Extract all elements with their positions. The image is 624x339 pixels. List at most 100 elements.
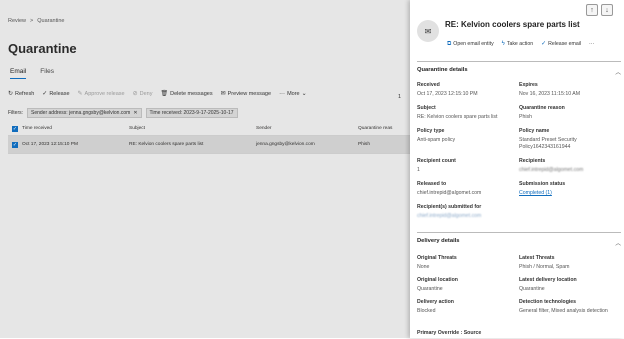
col-time-received[interactable]: Time received xyxy=(22,126,129,131)
filters-label: Filters: xyxy=(8,110,23,116)
checkmark-icon: ✓ xyxy=(42,91,48,97)
submission-status-label: Submission status xyxy=(519,181,566,187)
submission-status-link[interactable]: Completed (1) xyxy=(519,190,619,197)
more-label: More xyxy=(287,91,300,97)
delivery-details-title: Delivery details xyxy=(417,238,460,244)
subject-label: Subject xyxy=(417,105,436,111)
filter-time-text: Time received: 2023-9-17-2025-10-17 xyxy=(149,110,234,116)
refresh-button[interactable]: ↻ Refresh xyxy=(8,91,34,97)
open-email-entity-button[interactable]: ⧉ Open email entity xyxy=(447,41,494,47)
nav-buttons: ↑ ↓ xyxy=(586,4,613,16)
recipients-label: Recipients xyxy=(519,158,546,164)
block-icon: ⊘ xyxy=(132,91,138,97)
tab-email[interactable]: Email xyxy=(10,68,27,79)
release-email-label: Release email xyxy=(548,41,582,47)
col-sender[interactable]: Sender xyxy=(256,126,358,131)
quarantine-reason-value: Phish xyxy=(519,114,532,120)
panel-title: RE: Kelvion coolers spare parts list xyxy=(445,20,580,29)
preview-label: Preview message xyxy=(227,91,272,97)
row-sender: jenna.gngsby@kelvion.com xyxy=(256,142,315,147)
quarantine-page: Review > Quarantine Quarantine Email Fil… xyxy=(0,0,410,338)
col-subject[interactable]: Subject xyxy=(129,126,256,131)
submitted-for-value[interactable]: chief.intrepid@algomet.com xyxy=(417,213,577,220)
release-button[interactable]: ✓ Release xyxy=(42,91,69,97)
delivery-details-header[interactable]: Delivery details ︿ xyxy=(417,232,621,247)
col-quarantine-reason[interactable]: Quarantine reas xyxy=(358,126,410,131)
tab-files[interactable]: Files xyxy=(40,68,54,79)
quarantine-details-title: Quarantine details xyxy=(417,67,468,73)
chevron-down-icon: ⌄ xyxy=(301,91,307,97)
arrow-up-icon[interactable]: ↑ xyxy=(586,4,598,16)
recipient-count-label: Recipient count xyxy=(417,158,456,164)
latest-threats-label: Latest Threats xyxy=(519,255,555,261)
filter-bar: Filters: Sender address: jenna.gngsby@ke… xyxy=(8,108,238,118)
expires-value: Nov 16, 2023 11:15:10 AM xyxy=(519,91,581,97)
primary-override-label: Primary Override : Source xyxy=(417,330,482,336)
take-label: Take action xyxy=(506,41,534,47)
mail-icon: ✉ xyxy=(220,91,226,97)
lightning-icon: ϟ xyxy=(501,41,505,47)
quarantine-details-header[interactable]: Quarantine details ︿ xyxy=(417,61,621,76)
row-checkbox[interactable]: ✓ xyxy=(12,141,18,148)
latest-location-label: Latest delivery location xyxy=(519,277,577,283)
quarantine-reason-label: Quarantine reason xyxy=(519,105,565,111)
table-header: ✓ Time received Subject Sender Quarantin… xyxy=(8,122,410,136)
breadcrumb-review[interactable]: Review xyxy=(8,18,26,24)
pencil-icon: ✎ xyxy=(77,91,83,97)
breadcrumb-quarantine: Quarantine xyxy=(37,18,65,24)
table-row[interactable]: ✓ Oct 17, 2023 12:15:10 PM RE: Kelvion c… xyxy=(8,136,410,154)
checkmark-icon: ✓ xyxy=(541,41,547,47)
take-action-button[interactable]: ϟ Take action xyxy=(502,41,533,47)
expires-label: Expires xyxy=(519,82,538,88)
ellipsis-icon: ··· xyxy=(279,91,286,97)
recipient-count-value: 1 xyxy=(417,167,420,173)
received-value: Oct 17, 2023 12:15:10 PM xyxy=(417,91,478,97)
policy-name-value: Standard Preset Security Policy164234316… xyxy=(519,137,577,151)
recipients-value: chief.intrepid@algomet.com xyxy=(519,167,584,173)
open-label: Open email entity xyxy=(453,41,494,47)
command-bar: ↻ Refresh ✓ Release ✎ Approve release ⊘ Deny… xyxy=(8,91,307,97)
release-label: Release xyxy=(49,91,70,97)
subject-value: RE: Kelvion coolers spare parts list xyxy=(417,114,498,120)
refresh-label: Refresh xyxy=(15,91,35,97)
original-location-value: Quarantine xyxy=(417,286,443,292)
chevron-up-icon[interactable]: ︿ xyxy=(615,67,621,76)
detection-tech-label: Detection technologies xyxy=(519,299,577,305)
page-title: Quarantine xyxy=(8,41,77,56)
selection-count: 1 xyxy=(398,94,402,100)
approve-label: Approve release xyxy=(84,91,125,97)
breadcrumb: Review > Quarantine xyxy=(8,18,64,24)
more-button[interactable]: ··· More ⌄ xyxy=(279,91,307,97)
chevron-up-icon[interactable]: ︿ xyxy=(615,238,621,247)
messages-table: ✓ Time received Subject Sender Quarantin… xyxy=(8,122,410,154)
delivery-action-value: Blocked xyxy=(417,308,436,314)
approve-release-button[interactable]: ✎ Approve release xyxy=(78,91,125,97)
tab-bar: Email Files xyxy=(10,68,54,79)
original-location-label: Original location xyxy=(417,277,458,283)
row-time: Oct 17, 2023 12:15:10 PM xyxy=(22,142,79,147)
received-label: Received xyxy=(417,82,440,88)
deny-button[interactable]: ⊘ Deny xyxy=(133,91,153,97)
deny-label: Deny xyxy=(139,91,153,97)
delete-messages-button[interactable]: 🗑 Delete messages xyxy=(160,91,212,97)
more-actions-button[interactable]: ··· xyxy=(589,41,594,47)
details-flyout: ↑ ↓ ✉ RE: Kelvion coolers spare parts li… xyxy=(410,0,624,338)
released-to-label: Released to xyxy=(417,181,447,187)
policy-name-label: Policy name xyxy=(519,128,550,134)
released-to-value: chief.intrepid@algomet.com xyxy=(417,190,482,196)
detection-tech-value: General filter, Mixed analysis detection xyxy=(519,308,608,314)
refresh-icon: ↻ xyxy=(8,91,14,97)
policy-type-label: Policy type xyxy=(417,128,445,134)
select-all-checkbox[interactable]: ✓ xyxy=(12,125,18,132)
original-threats-label: Original Threats xyxy=(417,255,457,261)
breadcrumb-separator: > xyxy=(30,18,34,24)
close-icon[interactable]: ✕ xyxy=(133,110,137,116)
preview-message-button[interactable]: ✉ Preview message xyxy=(221,91,271,97)
latest-location-value: Quarantine xyxy=(519,286,545,292)
delivery-action-label: Delivery action xyxy=(417,299,454,305)
row-subject: RE: Kelvion coolers spare parts list xyxy=(129,142,204,147)
filter-chip-time[interactable]: Time received: 2023-9-17-2025-10-17 xyxy=(145,108,238,118)
filter-chip-sender[interactable]: Sender address: jenna.gngsby@kelvion.com… xyxy=(27,108,142,118)
release-email-button[interactable]: ✓ Release email xyxy=(541,41,581,47)
arrow-down-icon[interactable]: ↓ xyxy=(601,4,613,16)
